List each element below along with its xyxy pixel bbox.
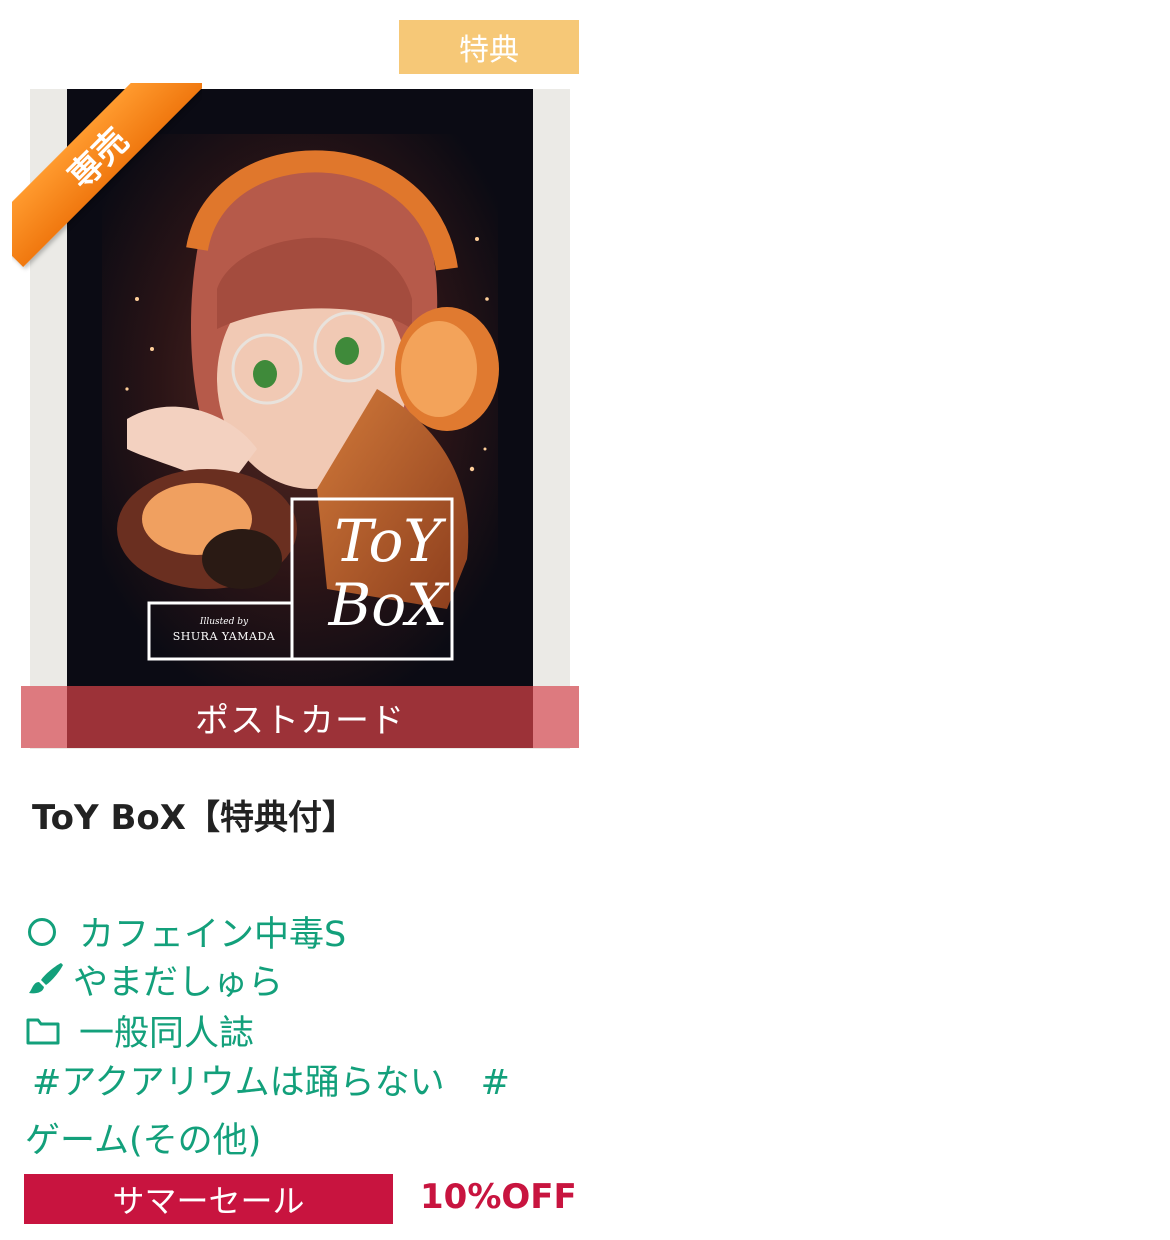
- format-bar-label: ポストカード: [67, 686, 533, 748]
- cover-credit: SHURA YAMADA: [172, 630, 276, 643]
- cover-credit-small: Illusted by: [199, 617, 249, 627]
- tag-aquarium[interactable]: #アクアリウムは踊らない: [32, 1063, 445, 1103]
- category-row[interactable]: 一般同人誌: [25, 1005, 254, 1056]
- format-bar: ポストカード: [21, 686, 579, 748]
- tag-row: #アクアリウムは踊らない #: [32, 1054, 510, 1105]
- product-card[interactable]: 特典 ToY BoX Illusted by SHURA YAMADA 専売 ポ…: [0, 0, 600, 1240]
- cover-title-line2: BoX: [328, 571, 448, 639]
- folder-icon: [25, 1016, 79, 1046]
- sale-label: サマーセール: [112, 1182, 305, 1220]
- circle-icon: [25, 917, 79, 946]
- artist-name[interactable]: やまだしゅら: [73, 954, 283, 1005]
- tag-game[interactable]: ゲーム(その他): [25, 1121, 261, 1161]
- cover-image[interactable]: ToY BoX Illusted by SHURA YAMADA: [67, 89, 533, 689]
- product-thumbnail[interactable]: ToY BoX Illusted by SHURA YAMADA 専売: [12, 83, 570, 749]
- sale-badge: サマーセール: [24, 1174, 393, 1224]
- circle-name[interactable]: カフェイン中毒S: [79, 906, 346, 957]
- category-name[interactable]: 一般同人誌: [79, 1005, 254, 1056]
- tokuten-badge: 特典: [399, 20, 579, 74]
- cover-title: ToY BoX: [312, 497, 464, 657]
- tokuten-badge-label: 特典: [459, 33, 519, 68]
- tag-game-hash[interactable]: #: [481, 1063, 510, 1103]
- circle-row[interactable]: カフェイン中毒S: [25, 906, 346, 957]
- discount-label: 10%OFF: [420, 1177, 577, 1217]
- paintbrush-icon: [25, 960, 79, 1000]
- artist-row[interactable]: やまだしゅら: [25, 954, 283, 1005]
- tag-row-continued: ゲーム(その他): [25, 1112, 261, 1163]
- cover-title-line1: ToY: [334, 507, 442, 575]
- product-title[interactable]: ToY BoX【特典付】: [32, 790, 356, 839]
